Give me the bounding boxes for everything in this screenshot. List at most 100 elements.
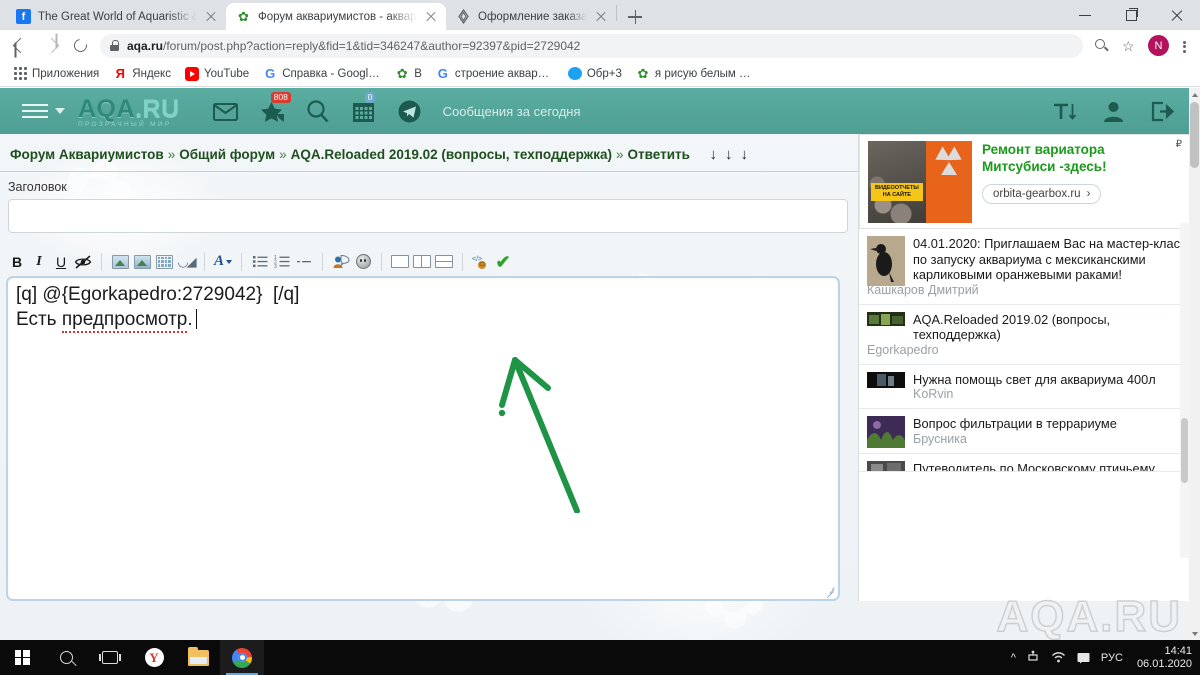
browser-tab[interactable]: f The Great World of Aquaristic &... [6, 3, 226, 30]
star-icon[interactable]: ☆ [1115, 32, 1143, 60]
font-size-icon[interactable] [1051, 98, 1078, 125]
bookmark-youtube[interactable]: YouTube [179, 65, 255, 83]
bookmark-obr[interactable]: Обр+3 [562, 65, 628, 82]
scrollbar-thumb[interactable] [1181, 418, 1188, 483]
sidebar-scrollbar[interactable] [1180, 223, 1189, 558]
horizontal-rule-button[interactable] [293, 251, 315, 272]
bookmark-v[interactable]: ✿ В [389, 65, 428, 83]
start-button[interactable] [0, 640, 44, 675]
bullet-list-button[interactable] [249, 251, 271, 272]
chevron-up-icon[interactable]: ^ [1011, 652, 1016, 664]
topic-title[interactable]: AQA.Reloaded 2019.02 (вопросы, техподдер… [913, 312, 1192, 343]
list-item[interactable]: Нужна помощь свет для аквариума 400л KoR… [859, 365, 1200, 409]
search-icon[interactable] [304, 98, 331, 125]
list-item[interactable]: Вопрос фильтрации в террариуме Брусника [859, 409, 1200, 454]
breadcrumb-item[interactable]: Форум Аквариумистов [10, 147, 164, 162]
bookmark-aquarium-structure[interactable]: G строение аквариу... [430, 65, 560, 83]
user-profile-icon[interactable] [1100, 98, 1127, 125]
scrollbar-thumb[interactable] [1190, 102, 1199, 168]
forward-arrow-icon[interactable] [36, 32, 66, 60]
topic-title[interactable]: Вопрос фильтрации в террариуме [913, 416, 1192, 432]
textarea-resize-handle[interactable] [824, 585, 836, 598]
chrome-button[interactable] [220, 640, 264, 675]
layout-single-button[interactable] [389, 251, 411, 272]
insert-gallery-button[interactable] [153, 251, 175, 272]
close-icon[interactable] [594, 10, 608, 24]
page-scrollbar[interactable] [1189, 88, 1200, 640]
breadcrumb-item-current[interactable]: Ответить [628, 147, 690, 162]
notification-icon[interactable] [1076, 650, 1091, 665]
language-indicator[interactable]: РУС [1101, 652, 1123, 664]
list-item[interactable]: Путеводитель по Московскому птичьему... [859, 454, 1200, 472]
down-arrow-icon[interactable]: ↓ [710, 146, 718, 163]
logout-icon[interactable] [1149, 98, 1176, 125]
yandex-browser-button[interactable]: Y [132, 640, 176, 675]
new-tab-button[interactable] [621, 3, 649, 30]
browser-tab-active[interactable]: ✿ Форум аквариумистов - аквари... [226, 3, 446, 30]
search-taskbar-button[interactable] [44, 640, 88, 675]
close-icon[interactable] [424, 10, 438, 24]
close-icon[interactable] [204, 10, 218, 24]
calendar-icon[interactable]: 0 [350, 91, 377, 125]
back-arrow-icon[interactable] [6, 32, 36, 60]
breadcrumb-item[interactable]: Общий форум [179, 147, 275, 162]
list-item[interactable]: 04.01.2020: Приглашаем Вас на мастер-кла… [859, 229, 1200, 305]
maximize-icon[interactable] [1108, 0, 1154, 30]
site-logo[interactable]: AQA.RU ПРОЗРАЧНЫЙ МИР [78, 95, 180, 128]
numbered-list-button[interactable]: 123 [271, 251, 293, 272]
telegram-icon[interactable] [396, 98, 423, 125]
down-arrow-icon[interactable]: ↓ [741, 146, 749, 163]
bold-button[interactable]: B [6, 251, 28, 272]
wifi-icon[interactable] [1051, 650, 1066, 665]
zoom-search-icon[interactable] [1087, 32, 1115, 60]
address-bar[interactable]: aqa.ru/forum/post.php?action=reply&fid=1… [100, 33, 1083, 58]
advertisement[interactable]: ВИДЕООТЧЕТЫ НА САЙТЕ Ремонт вариатора Ми… [859, 134, 1200, 229]
ad-url-button[interactable]: orbita-gearbox.ru › [982, 184, 1102, 204]
strike-eye-button[interactable] [72, 251, 94, 272]
post-body-textarea[interactable]: [q] @{Egorkapedro:2729042} [/q] Есть пред… [6, 276, 840, 601]
close-icon[interactable] [1154, 0, 1200, 30]
ad-title[interactable]: Ремонт вариатора Митсубиси -здесь! [982, 141, 1191, 175]
source-code-button[interactable]: </> [470, 251, 492, 272]
mention-user-button[interactable] [330, 251, 352, 272]
underline-button[interactable]: U [50, 251, 72, 272]
title-input[interactable] [8, 199, 848, 233]
breadcrumb-item[interactable]: AQA.Reloaded 2019.02 (вопросы, техподдер… [291, 147, 612, 162]
bookmark-apps[interactable]: Приложения [8, 65, 105, 82]
topic-title[interactable]: 04.01.2020: Приглашаем Вас на мастер-кла… [913, 236, 1192, 283]
font-color-button[interactable]: A [212, 251, 234, 272]
jump-to-bottom-arrows[interactable]: ↓ ↓ ↓ [710, 146, 749, 163]
kebab-menu-icon[interactable] [1174, 32, 1194, 60]
layout-two-column-button[interactable] [411, 251, 433, 272]
browser-tab[interactable]: Оформление заказа [446, 3, 616, 30]
avatar[interactable]: N [1148, 35, 1169, 56]
list-item[interactable]: AQA.Reloaded 2019.02 (вопросы, техподдер… [859, 305, 1200, 365]
ruble-marker-icon[interactable]: ₽ [1176, 139, 1182, 150]
header-note[interactable]: Сообщения за сегодня [443, 104, 581, 119]
hamburger-icon[interactable] [22, 101, 48, 121]
insert-attachment-button[interactable] [131, 251, 153, 272]
topic-title[interactable]: Нужна помощь свет для аквариума 400л [913, 372, 1192, 388]
down-arrow-icon[interactable]: ↓ [725, 146, 733, 163]
reload-icon[interactable] [66, 32, 96, 60]
bookmark-star-icon[interactable]: 808 [258, 91, 291, 125]
usb-icon[interactable] [1026, 650, 1041, 665]
minimize-icon[interactable] [1062, 0, 1108, 30]
preview-confirm-button[interactable]: ✔ [492, 251, 514, 272]
topic-title[interactable]: Путеводитель по Московскому птичьему... [913, 461, 1192, 471]
layout-split-button[interactable] [433, 251, 455, 272]
file-explorer-button[interactable] [176, 640, 220, 675]
italic-button[interactable]: I [28, 251, 50, 272]
scroll-down-arrow-icon[interactable] [1189, 627, 1200, 640]
bookmark-yandex[interactable]: Я Яндекс [107, 65, 177, 83]
mail-icon[interactable] [212, 98, 239, 125]
insert-image-button[interactable] [109, 251, 131, 272]
bookmark-drawing[interactable]: ✿ я рисую белым ме... [630, 65, 760, 83]
emoji-button[interactable] [352, 251, 374, 272]
chevron-down-icon[interactable] [55, 108, 65, 114]
clock[interactable]: 14:41 06.01.2020 [1133, 645, 1192, 671]
insert-link-button[interactable]: ◡◢ [175, 251, 197, 272]
scroll-up-arrow-icon[interactable] [1189, 88, 1200, 101]
bookmark-google-help[interactable]: G Справка - Google... [257, 65, 387, 83]
task-view-button[interactable] [88, 640, 132, 675]
